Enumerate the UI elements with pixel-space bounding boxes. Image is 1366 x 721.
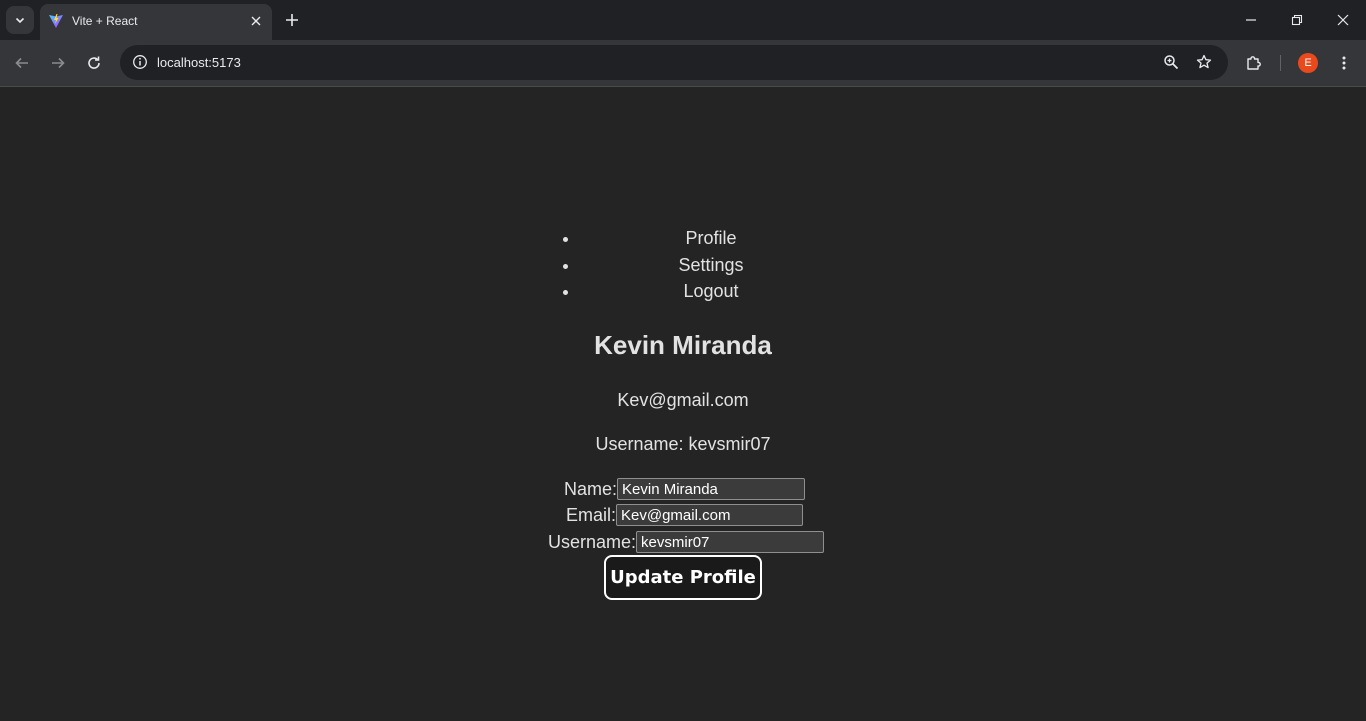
browser-toolbar: localhost:5173 E (0, 40, 1366, 86)
name-row: Name: (564, 477, 806, 501)
zoom-button[interactable] (1159, 50, 1183, 74)
nav-list: Profile Settings Logout (568, 225, 842, 305)
nav-item-settings[interactable]: Settings (580, 252, 842, 279)
minimize-button[interactable] (1228, 0, 1274, 40)
name-input[interactable] (617, 478, 806, 500)
plus-icon (286, 14, 298, 26)
chevron-down-icon (15, 17, 25, 24)
email-row: Email: (566, 503, 804, 527)
reload-icon (88, 56, 100, 69)
restore-button[interactable] (1274, 0, 1320, 40)
username-label: Username: (548, 531, 637, 552)
close-window-button[interactable] (1320, 0, 1366, 40)
arrow-right-icon (52, 57, 65, 69)
username-row: Username: (548, 530, 825, 554)
forward-button[interactable] (44, 49, 72, 77)
name-label: Name: (564, 478, 618, 499)
close-icon (251, 16, 261, 26)
more-vert-icon (1342, 56, 1346, 70)
email-label: Email: (566, 504, 617, 525)
address-bar[interactable]: localhost:5173 (120, 45, 1228, 80)
vite-logo-icon (49, 14, 63, 28)
back-button[interactable] (8, 49, 36, 77)
profile-username-text: Username: kevsmir07 (595, 434, 771, 454)
page-content: Profile Settings Logout Kevin Miranda Ke… (0, 87, 1366, 721)
new-tab-button[interactable] (280, 8, 304, 32)
close-icon (1337, 14, 1349, 26)
star-icon (1196, 54, 1212, 69)
update-profile-button[interactable]: Update Profile (604, 555, 762, 600)
browser-tab[interactable]: Vite + React (40, 4, 272, 40)
profile-email-text: Kev@gmail.com (617, 390, 749, 410)
site-info-button[interactable] (128, 50, 152, 74)
toolbar-divider (1280, 55, 1281, 71)
browser-tabstrip: Vite + React (0, 0, 1366, 40)
restore-icon (1291, 14, 1303, 26)
info-icon (133, 55, 147, 69)
puzzle-icon (1247, 56, 1261, 70)
tab-search-button[interactable] (6, 6, 34, 34)
profile-avatar[interactable]: E (1298, 53, 1318, 73)
zoom-in-icon (1164, 55, 1179, 70)
arrow-left-icon (15, 57, 28, 69)
nav-item-profile[interactable]: Profile (580, 225, 842, 252)
tab-title: Vite + React (72, 14, 138, 28)
tab-close-button[interactable] (248, 13, 264, 29)
address-url: localhost:5173 (157, 55, 241, 70)
minimize-icon (1246, 19, 1256, 21)
bookmark-button[interactable] (1192, 50, 1216, 74)
browser-menu-button[interactable] (1330, 49, 1358, 77)
nav-item-logout[interactable]: Logout (580, 278, 842, 305)
email-input[interactable] (616, 504, 804, 526)
extensions-button[interactable] (1240, 49, 1268, 77)
profile-name-heading: Kevin Miranda (594, 330, 772, 360)
username-input[interactable] (636, 531, 825, 553)
reload-button[interactable] (80, 49, 108, 77)
